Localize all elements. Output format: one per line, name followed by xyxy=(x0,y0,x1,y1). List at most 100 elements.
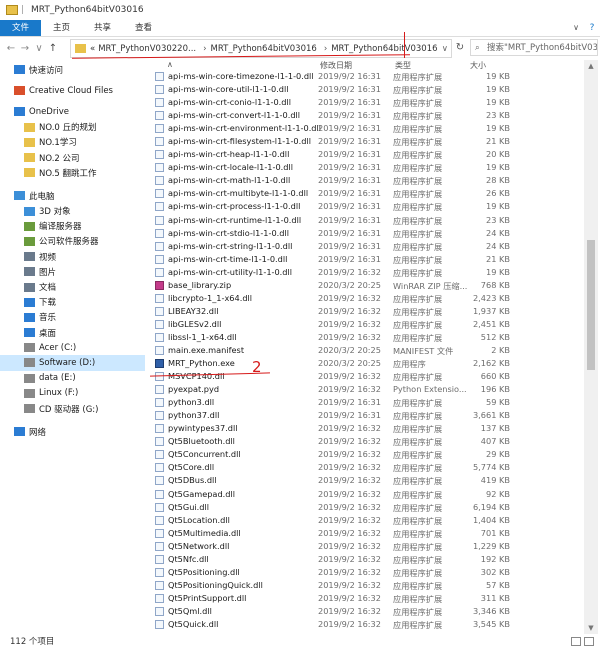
file-row[interactable]: Qt5DBus.dll 2019/9/2 16:32 应用程序扩展 419 KB xyxy=(152,474,582,487)
sidebar-item[interactable]: NO.1学习 xyxy=(0,135,145,150)
file-row[interactable]: Qt5Core.dll 2019/9/2 16:32 应用程序扩展 5,774 KB xyxy=(152,461,582,474)
sidebar-item[interactable]: 此电脑 xyxy=(0,188,145,203)
address-dropdown-icon[interactable]: ∨ xyxy=(442,44,448,54)
sidebar-item[interactable]: 公司软件服务器 xyxy=(0,234,145,249)
disc-icon xyxy=(24,404,35,414)
file-row[interactable]: python37.dll 2019/9/2 16:31 应用程序扩展 3,661 KB xyxy=(152,409,582,422)
sidebar-item[interactable]: CD 驱动器 (G:) xyxy=(0,401,145,416)
details-view-icon[interactable] xyxy=(571,637,581,646)
sidebar-item-label: 下载 xyxy=(39,298,57,309)
up-arrow-icon[interactable]: ↑ xyxy=(46,43,60,54)
file-row[interactable]: api-ms-win-crt-environment-l1-1-0.dll 201… xyxy=(152,122,582,135)
breadcrumb-item[interactable]: MRT_Python64bitV03016 xyxy=(211,44,317,54)
file-row[interactable]: MSVCP140.dll 2019/9/2 16:32 应用程序扩展 660 KB xyxy=(152,370,582,383)
file-name: pywintypes37.dll xyxy=(168,423,238,434)
help-icon[interactable]: ? xyxy=(584,20,600,36)
sidebar-item[interactable]: Acer (C:) xyxy=(0,340,145,355)
file-row[interactable]: api-ms-win-core-timezone-l1-1-0.dll 2019/… xyxy=(152,70,582,83)
file-row[interactable]: api-ms-win-crt-stdio-l1-1-0.dll 2019/9/2 … xyxy=(152,227,582,240)
forward-arrow-icon[interactable]: → xyxy=(18,43,32,54)
breadcrumb-overflow[interactable]: « xyxy=(90,44,95,54)
sort-chevron-icon[interactable]: ∧ xyxy=(167,60,173,69)
tab-file[interactable]: 文件 xyxy=(0,20,42,36)
file-row[interactable]: api-ms-win-crt-filesystem-l1-1-0.dll 2019… xyxy=(152,135,582,148)
file-icon xyxy=(155,254,164,264)
file-row[interactable]: main.exe.manifest 2020/3/2 20:25 MANIFEST … xyxy=(152,344,582,357)
sidebar-item[interactable]: 文档 xyxy=(0,279,145,294)
file-row[interactable]: Qt5PrintSupport.dll 2019/9/2 16:32 应用程序扩展 3… xyxy=(152,592,582,605)
file-row[interactable]: libcrypto-1_1-x64.dll 2019/9/2 16:32 应用程序扩… xyxy=(152,292,582,305)
file-row[interactable]: api-ms-win-crt-utility-l1-1-0.dll 2019/9/… xyxy=(152,266,582,279)
sidebar-item[interactable]: 桌面 xyxy=(0,325,145,340)
scroll-thumb[interactable] xyxy=(587,240,595,370)
file-row[interactable]: api-ms-win-crt-locale-l1-1-0.dll 2019/9/2… xyxy=(152,161,582,174)
file-row[interactable]: Qt5Gamepad.dll 2019/9/2 16:32 应用程序扩展 92 KB xyxy=(152,488,582,501)
file-row[interactable]: base_library.zip 2020/3/2 20:25 WinRAR ZIP… xyxy=(152,279,582,292)
sidebar-item[interactable]: NO.0 丘的规划 xyxy=(0,120,145,135)
large-icons-view-icon[interactable] xyxy=(584,637,594,646)
file-row[interactable]: api-ms-win-crt-convert-l1-1-0.dll 2019/9/… xyxy=(152,109,582,122)
file-row[interactable]: Qt5Nfc.dll 2019/9/2 16:32 应用程序扩展 192 KB xyxy=(152,553,582,566)
file-row[interactable]: MRT_Python.exe 2020/3/2 20:25 应用程序 2,162 KB xyxy=(152,357,582,370)
file-row[interactable]: Qt5Bluetooth.dll 2019/9/2 16:32 应用程序扩展 407 … xyxy=(152,435,582,448)
file-row[interactable]: LIBEAY32.dll 2019/9/2 16:32 应用程序扩展 1,937 KB xyxy=(152,305,582,318)
file-row[interactable]: api-ms-win-crt-heap-l1-1-0.dll 2019/9/2 1… xyxy=(152,148,582,161)
sidebar-item[interactable]: Creative Cloud Files xyxy=(0,83,145,98)
breadcrumb-item[interactable]: MRT_Python64bitV03016 xyxy=(331,44,437,54)
file-row[interactable]: api-ms-win-crt-conio-l1-1-0.dll 2019/9/2 … xyxy=(152,96,582,109)
file-row[interactable]: api-ms-win-crt-runtime-l1-1-0.dll 2019/9/… xyxy=(152,214,582,227)
sidebar-item[interactable]: OneDrive xyxy=(0,104,145,119)
file-row[interactable]: pyexpat.pyd 2019/9/2 16:32 Python Extensio… xyxy=(152,383,582,396)
recent-locations-icon[interactable]: ∨ xyxy=(32,43,46,54)
folder-icon xyxy=(24,122,35,132)
sidebar-item[interactable]: 视频 xyxy=(0,249,145,264)
file-row[interactable]: api-ms-win-crt-string-l1-1-0.dll 2019/9/2… xyxy=(152,240,582,253)
file-row[interactable]: api-ms-win-core-util-l1-1-0.dll 2019/9/2 … xyxy=(152,83,582,96)
file-row[interactable]: Qt5Network.dll 2019/9/2 16:32 应用程序扩展 1,229 … xyxy=(152,540,582,553)
file-row[interactable]: api-ms-win-crt-math-l1-1-0.dll 2019/9/2 1… xyxy=(152,174,582,187)
sidebar-item[interactable]: 3D 对象 xyxy=(0,204,145,219)
sidebar-item[interactable]: NO.2 公司 xyxy=(0,150,145,165)
sidebar-item[interactable]: NO.5 翻跳工作 xyxy=(0,165,145,180)
exe-file-icon xyxy=(155,359,164,369)
breadcrumb-item[interactable]: MRT_PythonV030220... xyxy=(98,44,196,54)
sidebar-item[interactable]: 下载 xyxy=(0,295,145,310)
file-row[interactable]: Qt5PositioningQuick.dll 2019/9/2 16:32 应用程… xyxy=(152,579,582,592)
sidebar-item[interactable]: 图片 xyxy=(0,264,145,279)
file-row[interactable]: api-ms-win-crt-multibyte-l1-1-0.dll 2019/… xyxy=(152,187,582,200)
sidebar-item[interactable]: 快速访问 xyxy=(0,62,145,77)
sidebar-item[interactable]: 网络 xyxy=(0,424,145,439)
refresh-icon[interactable]: ↻ xyxy=(452,39,468,56)
file-row[interactable]: libGLESv2.dll 2019/9/2 16:32 应用程序扩展 2,451 K… xyxy=(152,318,582,331)
tab-home[interactable]: 主页 xyxy=(41,20,82,36)
search-input[interactable]: ⌕ 搜索"MRT_Python64bitV03016" xyxy=(470,39,598,56)
file-row[interactable]: Qt5Location.dll 2019/9/2 16:32 应用程序扩展 1,404… xyxy=(152,514,582,527)
file-date: 2019/9/2 16:32 xyxy=(318,514,381,525)
file-row[interactable]: Qt5Positioning.dll 2019/9/2 16:32 应用程序扩展 30… xyxy=(152,566,582,579)
expand-ribbon-icon[interactable]: ∨ xyxy=(568,20,584,36)
sidebar-item-label: 编译服务器 xyxy=(39,222,82,233)
file-row[interactable]: Qt5Multimedia.dll 2019/9/2 16:32 应用程序扩展 701… xyxy=(152,527,582,540)
file-row[interactable]: Qt5Qml.dll 2019/9/2 16:32 应用程序扩展 3,346 KB xyxy=(152,605,582,618)
sidebar-item[interactable]: data (E:) xyxy=(0,371,145,386)
file-row[interactable]: python3.dll 2019/9/2 16:31 应用程序扩展 59 KB xyxy=(152,396,582,409)
tab-share[interactable]: 共享 xyxy=(82,20,123,36)
scroll-down-icon[interactable]: ▼ xyxy=(584,624,598,632)
sidebar-item[interactable]: Linux (F:) xyxy=(0,386,145,401)
file-row[interactable]: api-ms-win-crt-process-l1-1-0.dll 2019/9/… xyxy=(152,200,582,213)
back-arrow-icon[interactable]: ← xyxy=(4,43,18,54)
file-type: 应用程序扩展 xyxy=(393,489,443,500)
file-row[interactable]: libssl-1_1-x64.dll 2019/9/2 16:32 应用程序扩展 51… xyxy=(152,331,582,344)
tab-view[interactable]: 查看 xyxy=(123,20,164,36)
file-row[interactable]: Qt5Quick.dll 2019/9/2 16:32 应用程序扩展 3,545 KB xyxy=(152,618,582,631)
sidebar-item[interactable]: 编译服务器 xyxy=(0,219,145,234)
file-size: 20 KB xyxy=(485,149,510,160)
scroll-up-icon[interactable]: ▲ xyxy=(584,62,598,70)
file-row[interactable]: Qt5Concurrent.dll 2019/9/2 16:32 应用程序扩展 29 … xyxy=(152,448,582,461)
sidebar-item[interactable]: 音乐 xyxy=(0,310,145,325)
file-row[interactable]: pywintypes37.dll 2019/9/2 16:32 应用程序扩展 137 … xyxy=(152,422,582,435)
sidebar-item[interactable]: Software (D:) xyxy=(0,355,145,371)
file-row[interactable]: Qt5Gui.dll 2019/9/2 16:32 应用程序扩展 6,194 KB xyxy=(152,501,582,514)
vertical-scrollbar[interactable]: ▲ ▼ xyxy=(584,60,598,634)
file-row[interactable]: api-ms-win-crt-time-l1-1-0.dll 2019/9/2 1… xyxy=(152,253,582,266)
